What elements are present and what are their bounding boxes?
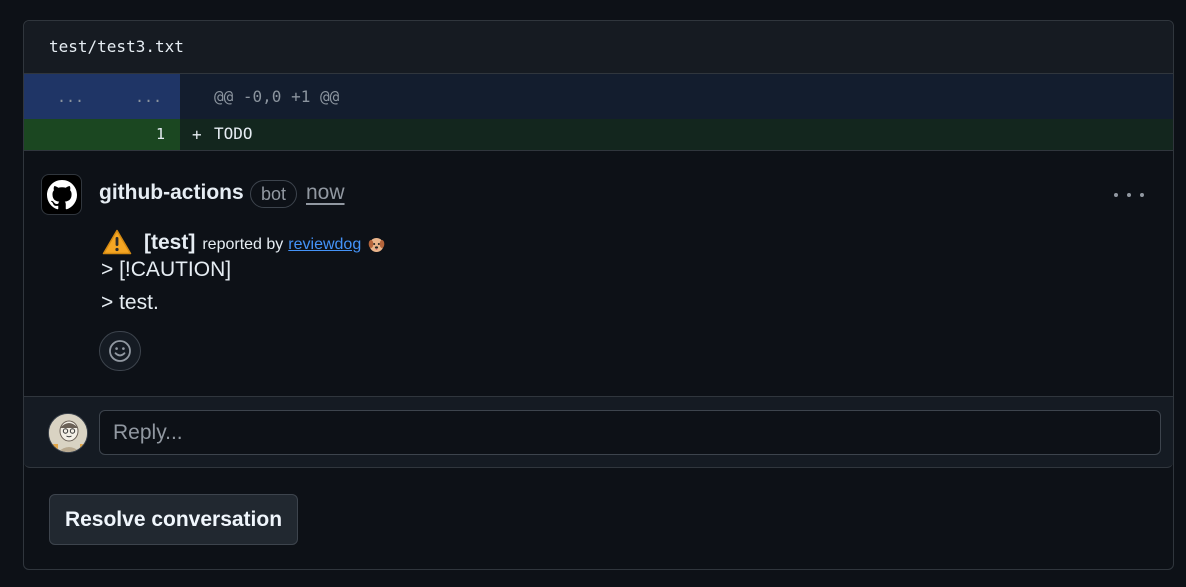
warning-icon — [102, 229, 132, 255]
dog-icon — [368, 238, 385, 252]
line-number[interactable]: 1 — [156, 125, 165, 143]
comment-author[interactable]: github-actions — [99, 181, 244, 205]
comment-timestamp[interactable]: now — [306, 181, 345, 205]
diff-hunk-row: ... ... @@ -0,0 +1 @@ — [24, 74, 1173, 119]
resolve-conversation-button[interactable]: Resolve conversation — [49, 494, 298, 545]
github-mark-icon[interactable] — [41, 174, 82, 215]
file-header: test/test3.txt — [24, 21, 1173, 74]
added-line-gutter: 1 — [24, 119, 180, 150]
review-thread: test/test3.txt ... ... @@ -0,0 +1 @@ 1 +… — [23, 20, 1174, 570]
hunk-gutter: ... ... — [24, 74, 180, 119]
file-path[interactable]: test/test3.txt — [49, 37, 184, 56]
added-sign: + — [192, 125, 202, 144]
hunk-new-expander[interactable]: ... — [135, 88, 162, 106]
reply-input[interactable] — [99, 410, 1161, 455]
user-avatar[interactable] — [48, 413, 88, 453]
line-code: TODO — [214, 124, 253, 143]
smiley-icon — [109, 340, 131, 362]
comment-body-line: > test. — [101, 291, 159, 314]
comment-tag: [test] — [144, 231, 196, 254]
reviewdog-link[interactable]: reviewdog — [288, 236, 361, 255]
hunk-old-expander[interactable]: ... — [57, 88, 84, 106]
add-reaction-button[interactable] — [99, 331, 141, 371]
hunk-header: @@ -0,0 +1 @@ — [214, 87, 340, 106]
diff-added-line: 1 + TODO — [24, 119, 1173, 150]
comment-heading: [test] reported by reviewdog — [102, 225, 385, 255]
divider — [24, 150, 1173, 151]
bot-badge: bot — [250, 180, 298, 208]
reply-bar — [24, 397, 1173, 468]
comment-body-line: > [!CAUTION] — [101, 258, 232, 281]
reported-by-text: reported by — [202, 236, 284, 253]
kebab-horizontal-icon[interactable] — [1114, 187, 1144, 203]
